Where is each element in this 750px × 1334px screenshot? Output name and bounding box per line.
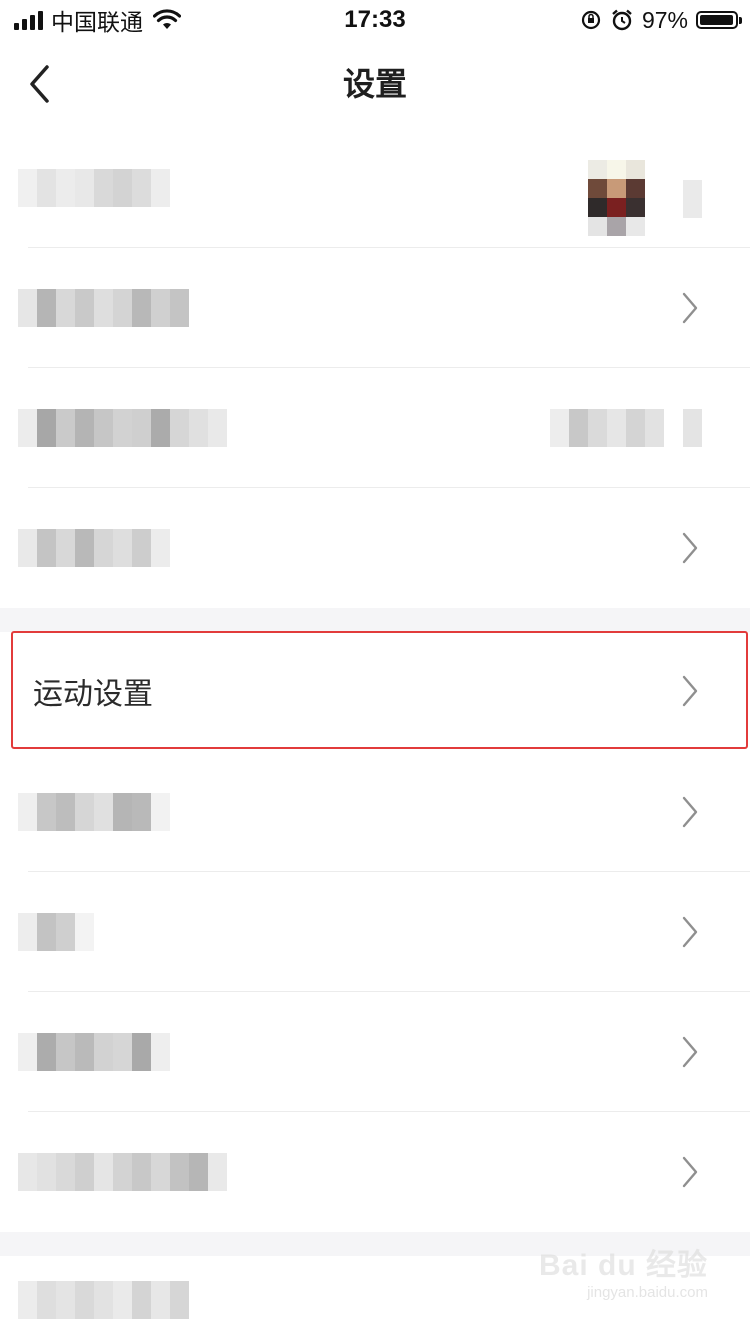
settings-row[interactable] xyxy=(0,368,750,488)
watermark-url: jingyan.baidu.com xyxy=(587,1284,708,1301)
pixelated-value xyxy=(550,409,702,447)
settings-row[interactable] xyxy=(0,752,750,872)
settings-row[interactable] xyxy=(0,248,750,368)
pixelated-label xyxy=(18,1281,189,1319)
section-separator xyxy=(0,608,750,632)
settings-row[interactable] xyxy=(0,992,750,1112)
status-bar: 中国联通 17:33 97% xyxy=(0,0,750,40)
pixelated-label xyxy=(18,409,227,447)
chevron-right-icon xyxy=(682,796,698,828)
pixelated-label xyxy=(18,169,170,207)
pixelated-label xyxy=(18,913,94,951)
chevron-right-icon xyxy=(682,532,698,564)
battery-icon xyxy=(696,11,742,29)
pixelated-label xyxy=(18,1033,170,1071)
pixelated-label xyxy=(18,289,189,327)
settings-row-profile[interactable] xyxy=(0,128,750,248)
chevron-right-icon xyxy=(682,1036,698,1068)
baidu-jingyan-watermark: Bai du 经验 jingyan.baidu.com xyxy=(528,1240,708,1310)
avatar[interactable] xyxy=(588,160,645,236)
chevron-right-icon xyxy=(682,1156,698,1188)
chevron-right-icon xyxy=(682,292,698,324)
chevron-right-icon xyxy=(682,675,698,707)
settings-row[interactable] xyxy=(0,488,750,608)
chevron-right-icon xyxy=(682,916,698,948)
pixelated-label xyxy=(18,1153,227,1191)
pixelated-label xyxy=(18,793,170,831)
battery-percent: 97% xyxy=(641,6,688,33)
settings-row[interactable] xyxy=(0,872,750,992)
pixelated-fragment xyxy=(683,180,702,218)
page-title: 设置 xyxy=(342,66,407,102)
pixelated-label xyxy=(18,529,170,567)
alarm-icon xyxy=(612,9,632,31)
watermark-logo: Bai du 经验 xyxy=(538,1249,708,1282)
sport-settings-label: 运动设置 xyxy=(33,678,153,711)
orientation-lock-icon xyxy=(581,10,601,30)
settings-row-sport-settings[interactable]: 运动设置 xyxy=(0,632,750,750)
settings-row[interactable] xyxy=(0,1112,750,1232)
nav-bar: 设置 xyxy=(0,40,750,128)
status-right: 97% xyxy=(580,6,742,34)
